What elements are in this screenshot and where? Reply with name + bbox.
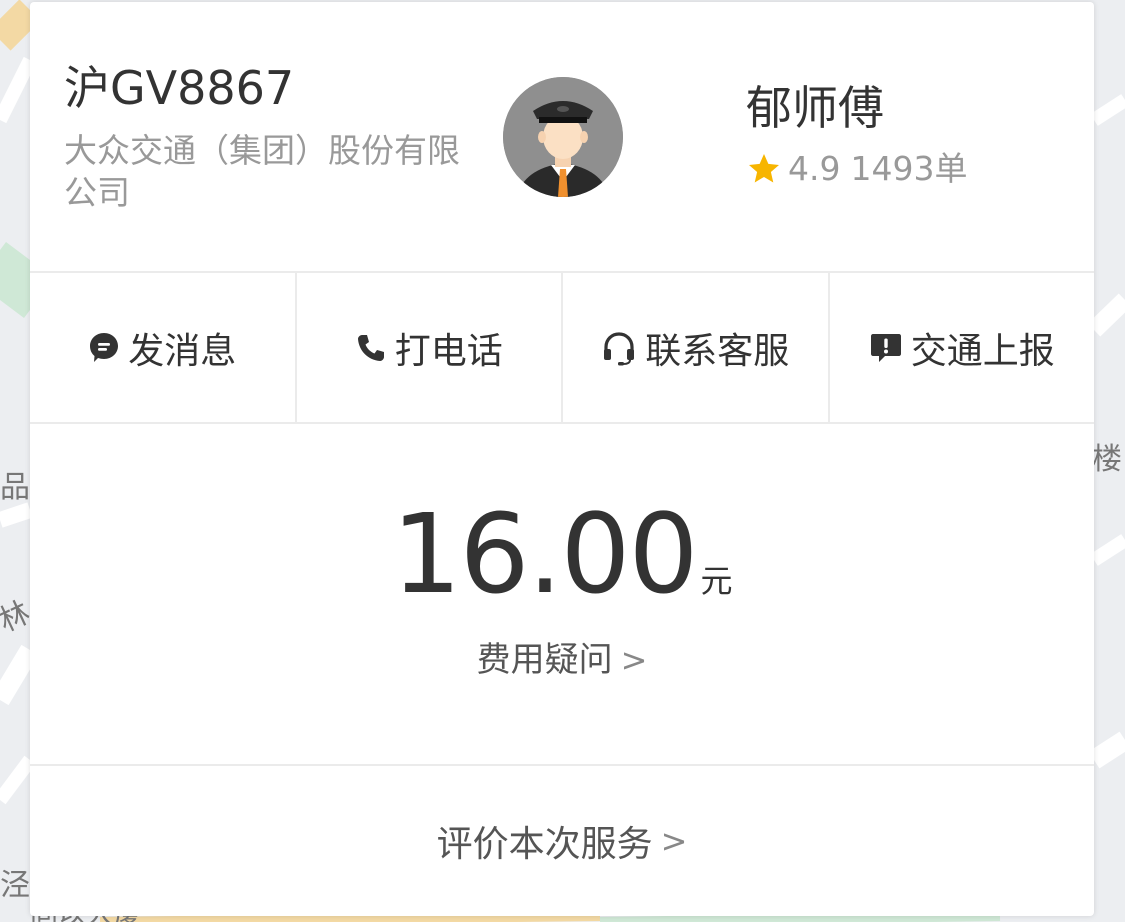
report-icon xyxy=(870,333,901,362)
taxi-company: 大众交通（集团）股份有限公司 xyxy=(64,131,460,212)
action-label: 交通上报 xyxy=(910,330,1055,372)
rate-service-label: 评价本次服务 xyxy=(436,824,653,865)
fare-question-link[interactable]: 费用疑问 > xyxy=(30,632,1094,681)
action-bar: 发消息 打电话 联系客服 交通上报 xyxy=(30,273,1094,422)
action-label: 打电话 xyxy=(394,330,503,372)
fare-unit: 元 xyxy=(700,562,733,600)
headset-icon xyxy=(604,331,635,365)
driver-avatar[interactable] xyxy=(503,77,623,197)
traffic-report-button[interactable]: 交通上报 xyxy=(830,273,1095,422)
call-button[interactable]: 打电话 xyxy=(297,273,563,422)
license-plate: 沪GV8867 xyxy=(64,61,295,115)
driver-name: 郁师傅 xyxy=(746,81,884,135)
driver-info: 沪GV8867 大众交通（集团）股份有限公司 郁师傅 4.9 1493单 xyxy=(30,2,1094,272)
action-label: 联系客服 xyxy=(645,330,790,372)
order-count: 1493单 xyxy=(850,149,968,188)
fare-amount-row: 16.00 元 xyxy=(30,494,1094,614)
chauffeur-avatar-icon xyxy=(503,77,623,197)
rate-service-button[interactable]: 评价本次服务 > xyxy=(30,766,1094,916)
fare-section: 16.00 元 费用疑问 > xyxy=(30,424,1094,764)
chevron-right-icon: > xyxy=(620,641,648,679)
send-message-button[interactable]: 发消息 xyxy=(30,273,297,422)
customer-service-button[interactable]: 联系客服 xyxy=(563,273,830,422)
chevron-right-icon: > xyxy=(660,822,688,860)
map-label: 泾 xyxy=(0,868,30,903)
star-icon xyxy=(749,154,779,183)
fare-amount: 16.00 xyxy=(391,490,699,618)
message-bubble-icon xyxy=(90,332,119,362)
driver-rating: 4.9 1493单 xyxy=(746,148,967,190)
trip-card: 沪GV8867 大众交通（集团）股份有限公司 郁师傅 4.9 1493单 发消息… xyxy=(30,2,1094,916)
rating-score: 4.9 xyxy=(788,149,841,188)
fare-question-label: 费用疑问 xyxy=(476,640,613,680)
map-label: 楼 xyxy=(1092,442,1122,477)
phone-icon xyxy=(357,334,384,361)
action-label: 发消息 xyxy=(128,330,237,372)
map-label: 品 xyxy=(0,470,30,505)
